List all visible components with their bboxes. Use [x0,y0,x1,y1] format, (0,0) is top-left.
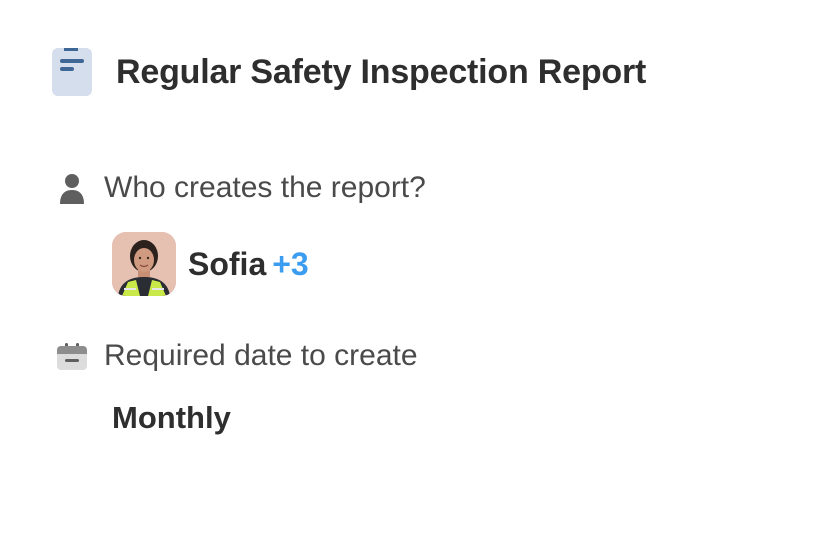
page-title: Regular Safety Inspection Report [116,53,647,91]
person-icon [56,172,88,204]
owner-name[interactable]: Sofia [188,246,266,282]
creator-owners: Sofia +3 [188,244,309,284]
more-owners-link[interactable]: +3 [272,246,308,282]
schedule-value: Monthly [112,400,231,435]
calendar-icon [56,342,88,374]
document-icon [52,48,92,96]
creator-field-label: Who creates the report? [104,171,426,204]
avatar[interactable] [112,232,176,296]
schedule-field-label: Required date to create [104,339,418,372]
report-page: Regular Safety Inspection Report Who cre… [0,0,840,560]
